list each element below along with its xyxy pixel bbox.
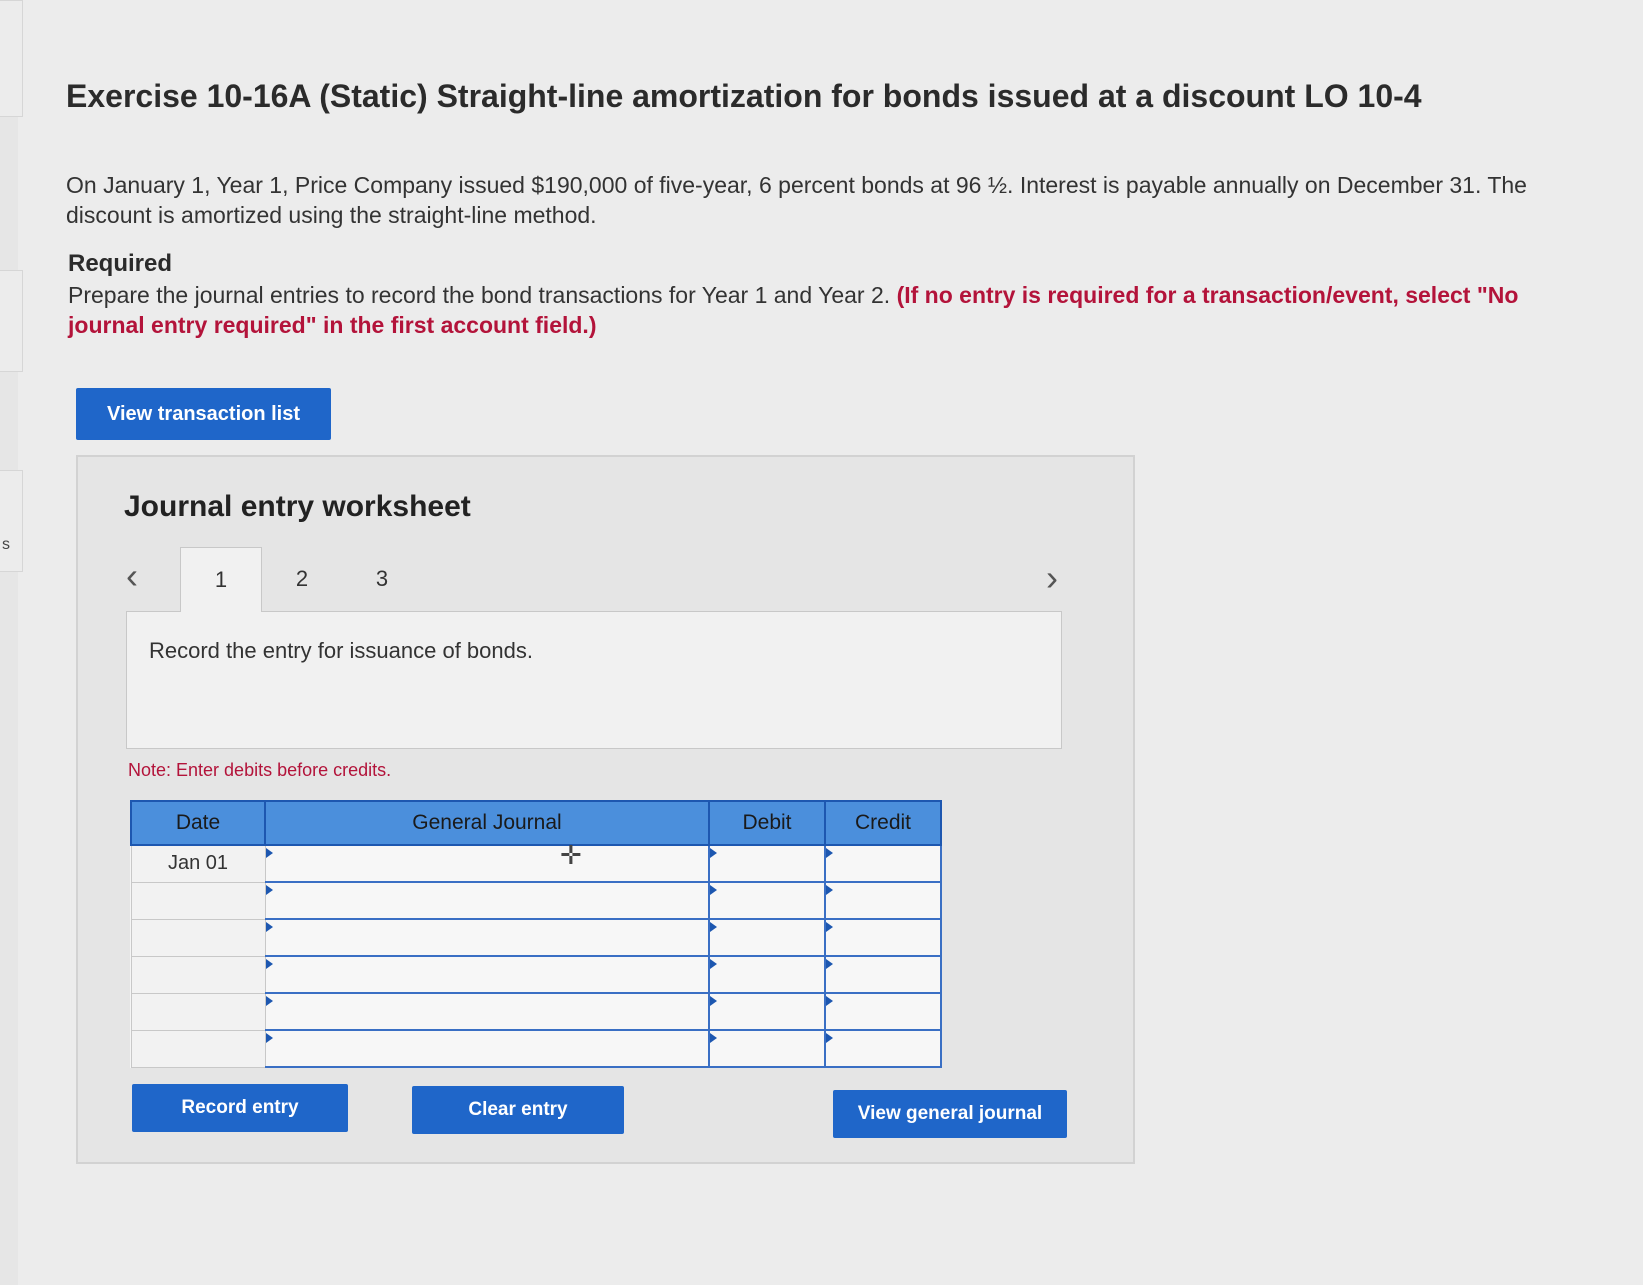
chevron-left-icon[interactable]: ‹ — [126, 555, 138, 597]
debit-cell[interactable] — [708, 881, 826, 920]
dropdown-marker-icon — [265, 959, 273, 969]
dropdown-marker-icon — [826, 885, 833, 895]
debit-cell[interactable] — [708, 992, 826, 1031]
account-cell[interactable] — [264, 1029, 710, 1068]
worksheet-tabs: ‹ 1 2 3 › — [126, 547, 1062, 612]
date-cell[interactable] — [130, 955, 266, 994]
clear-entry-button[interactable]: Clear entry — [412, 1086, 624, 1134]
table-row — [130, 918, 942, 957]
credit-cell[interactable] — [824, 881, 942, 920]
table-row — [130, 881, 942, 920]
debit-credit-note: Note: Enter debits before credits. — [128, 760, 392, 780]
dropdown-marker-icon — [265, 922, 273, 932]
credit-cell[interactable] — [824, 955, 942, 994]
sidebar-edge-panel — [0, 0, 23, 117]
required-instruction: Prepare the journal entries to record th… — [68, 282, 891, 308]
date-cell[interactable]: Jan 01 — [130, 844, 266, 883]
view-general-journal-button[interactable]: View general journal — [833, 1090, 1067, 1138]
required-text: Prepare the journal entries to record th… — [68, 280, 1528, 340]
dropdown-marker-icon — [710, 848, 717, 858]
page-title: Exercise 10-16A (Static) Straight-line a… — [66, 78, 1422, 114]
date-column-header: Date — [130, 800, 266, 846]
debit-cell[interactable] — [708, 918, 826, 957]
dropdown-marker-icon — [265, 996, 273, 1006]
account-cell[interactable] — [264, 844, 710, 883]
dropdown-marker-icon — [265, 885, 273, 895]
dropdown-marker-icon — [710, 959, 717, 969]
table-row — [130, 992, 942, 1031]
tab-3[interactable]: 3 — [342, 547, 422, 611]
sidebar-edge-panel — [0, 470, 23, 572]
chevron-right-icon[interactable]: › — [1046, 557, 1058, 599]
debit-cell[interactable] — [708, 955, 826, 994]
dropdown-marker-icon — [710, 1033, 717, 1043]
dropdown-marker-icon — [710, 996, 717, 1006]
credit-column-header: Credit — [824, 800, 942, 846]
account-cell[interactable] — [264, 918, 710, 957]
date-cell[interactable] — [130, 881, 266, 920]
table-row: Jan 01 — [130, 844, 942, 883]
move-cursor-icon: ✛ — [560, 840, 582, 870]
general-journal-column-header: General Journal — [264, 800, 710, 846]
record-entry-button[interactable]: Record entry — [132, 1084, 348, 1132]
credit-cell[interactable] — [824, 992, 942, 1031]
account-cell[interactable] — [264, 881, 710, 920]
dropdown-marker-icon — [710, 922, 717, 932]
entry-prompt-box: Record the entry for issuance of bonds. — [126, 611, 1062, 749]
credit-cell[interactable] — [824, 844, 942, 883]
sidebar-edge-letter: s — [2, 536, 10, 553]
dropdown-marker-icon — [265, 848, 273, 858]
date-cell[interactable] — [130, 992, 266, 1031]
sidebar-edge-panel — [0, 270, 23, 372]
dropdown-marker-icon — [826, 996, 833, 1006]
dropdown-marker-icon — [265, 1033, 273, 1043]
tab-1[interactable]: 1 — [180, 547, 262, 612]
credit-cell[interactable] — [824, 1029, 942, 1068]
entry-prompt: Record the entry for issuance of bonds. — [149, 638, 533, 663]
dropdown-marker-icon — [710, 885, 717, 895]
dropdown-marker-icon — [826, 1033, 833, 1043]
journal-table: Date General Journal Debit Credit Jan 01 — [130, 800, 942, 1068]
debit-column-header: Debit — [708, 800, 826, 846]
debit-cell[interactable] — [708, 1029, 826, 1068]
journal-header-row: Date General Journal Debit Credit — [130, 800, 942, 846]
required-heading: Required — [68, 250, 173, 277]
worksheet-title: Journal entry worksheet — [124, 490, 471, 523]
date-cell[interactable] — [130, 918, 266, 957]
problem-description: On January 1, Year 1, Price Company issu… — [66, 172, 1527, 228]
date-cell[interactable] — [130, 1029, 266, 1068]
tab-2[interactable]: 2 — [262, 547, 342, 611]
dropdown-marker-icon — [826, 848, 833, 858]
left-sidebar-edge — [0, 0, 18, 1285]
table-row — [130, 955, 942, 994]
view-transaction-list-button[interactable]: View transaction list — [76, 388, 331, 440]
table-row — [130, 1029, 942, 1068]
account-cell[interactable] — [264, 992, 710, 1031]
credit-cell[interactable] — [824, 918, 942, 957]
account-cell[interactable] — [264, 955, 710, 994]
dropdown-marker-icon — [826, 959, 833, 969]
dropdown-marker-icon — [826, 922, 833, 932]
debit-cell[interactable] — [708, 844, 826, 883]
